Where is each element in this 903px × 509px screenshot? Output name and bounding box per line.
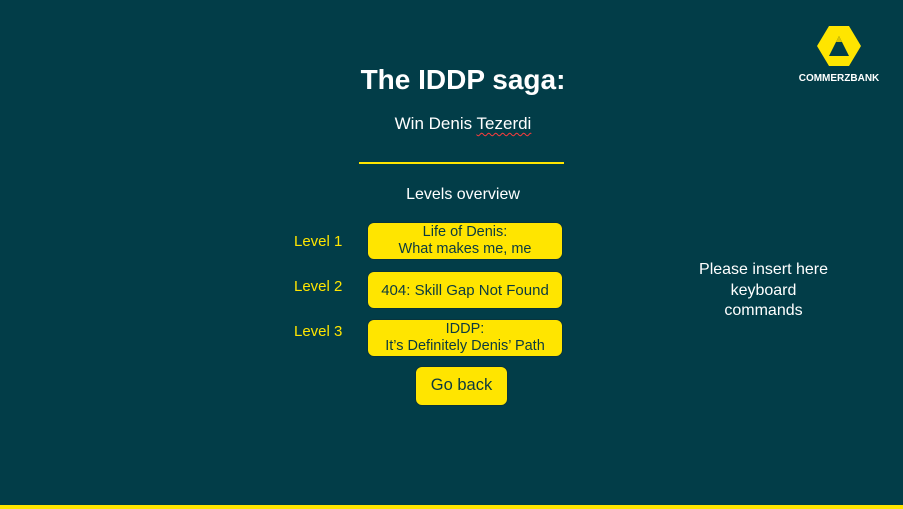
level-2-line-1: 404: Skill Gap Not Found <box>381 281 549 299</box>
go-back-button[interactable]: Go back <box>415 366 508 406</box>
levels-heading: Levels overview <box>406 186 520 203</box>
bottom-accent-bar <box>0 505 903 509</box>
level-3-line-2: It’s Definitely Denis’ Path <box>385 338 545 354</box>
level-2-button[interactable]: 404: Skill Gap Not Found <box>367 271 563 309</box>
title-divider <box>359 162 564 164</box>
page-subtitle: Win Denis Tezerdi <box>362 114 564 134</box>
page-title: The IDDP saga: <box>360 64 566 95</box>
logo-wordmark: COMMERZBANK <box>798 73 880 84</box>
level-3-button[interactable]: IDDP: It’s Definitely Denis’ Path <box>367 319 563 357</box>
commerzbank-logo-icon <box>817 26 861 66</box>
subtitle-prefix: Win Denis <box>394 114 477 133</box>
keyboard-note-line-2: keyboard <box>730 281 797 299</box>
level-1-line-1: Life of Denis: <box>422 224 508 240</box>
level-3-label: Level 3 <box>294 323 343 340</box>
commerzbank-logo: COMMERZBANK <box>798 24 880 86</box>
level-2-label: Level 2 <box>294 278 343 295</box>
level-1-label: Level 1 <box>294 233 343 250</box>
level-3-line-1: IDDP: <box>445 321 485 337</box>
keyboard-note-line-1: Please insert here <box>699 261 828 278</box>
keyboard-commands-note: Please insert here keyboard commands <box>686 260 841 322</box>
level-1-button[interactable]: Life of Denis: What makes me, me <box>367 222 563 260</box>
keyboard-note-line-3: commands <box>724 302 803 319</box>
level-1-line-2: What makes me, me <box>398 241 532 257</box>
subtitle-surname: Tezerdi <box>476 114 532 133</box>
